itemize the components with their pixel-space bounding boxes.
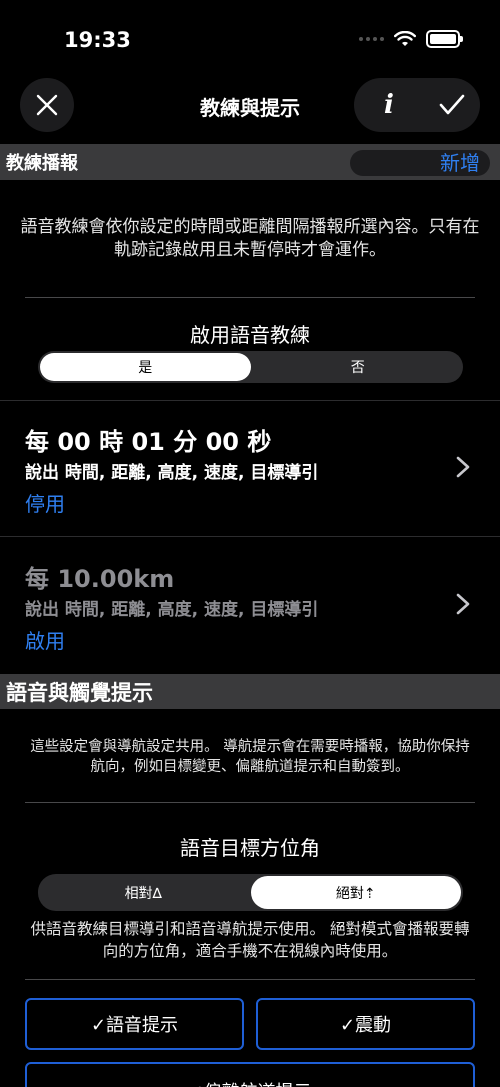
vibration-toggle[interactable]: ✓震動 <box>256 998 475 1050</box>
coach-interval-text: 每 10.00km <box>25 565 175 593</box>
nav-bar: 教練與提示 i <box>0 76 500 134</box>
voice-prompt-toggle[interactable]: ✓語音提示 <box>25 998 244 1050</box>
status-bar: 19:33 <box>0 0 500 80</box>
status-icons <box>359 30 463 48</box>
chevron-right-icon <box>456 456 470 478</box>
bearing-segmented: 相對∆ 絕對⇡ <box>38 874 463 911</box>
wifi-icon <box>394 31 416 46</box>
divider <box>25 802 475 803</box>
coach-speaks-text: 說出 時間, 距離, 高度, 速度, 目標導引 <box>25 600 319 620</box>
enable-no-option[interactable]: 否 <box>253 351 464 383</box>
enable-yes-option[interactable]: 是 <box>40 353 251 381</box>
info-button[interactable]: i <box>369 90 409 120</box>
nav-actions: i <box>354 78 480 132</box>
coach-section-title: 教練播報 <box>6 153 78 174</box>
coach-description: 語音教練會依你設定的時間或距離間隔播報所選內容。只有在軌跡記錄啟用且未暫停時才會… <box>20 217 480 260</box>
bearing-relative-option[interactable]: 相對∆ <box>38 874 249 911</box>
signal-icon <box>359 37 384 41</box>
off-course-alert-toggle[interactable]: ✓偏離航道提示 <box>25 1062 475 1087</box>
coach-speaks-text: 說出 時間, 距離, 高度, 速度, 目標導引 <box>25 463 319 483</box>
coach-interval-text: 每 00 時 01 分 00 秒 <box>25 428 272 456</box>
enable-coach-segmented: 是 否 <box>38 351 463 383</box>
add-button[interactable]: 新增 <box>350 150 490 176</box>
voice-description: 這些設定會與導航設定共用。 導航提示會在需要時播報，協助你保持航向，例如目標變更… <box>30 739 470 775</box>
coach-toggle-link[interactable]: 啟用 <box>25 625 65 654</box>
battery-icon <box>426 30 463 48</box>
voice-section-title: 語音與觸覺提示 <box>6 680 153 705</box>
status-time: 19:33 <box>64 28 131 52</box>
bearing-absolute-option[interactable]: 絕對⇡ <box>250 876 461 909</box>
chevron-right-icon <box>456 593 470 615</box>
coach-toggle-link[interactable]: 停用 <box>25 488 65 517</box>
bearing-label: 語音目標方位角 <box>180 836 320 860</box>
voice-section-header: 語音與觸覺提示 <box>0 674 500 709</box>
coach-section-header: 教練播報 新增 <box>0 144 500 180</box>
confirm-checkmark-icon[interactable] <box>439 94 465 116</box>
bearing-description: 供語音教練目標導引和語音導航提示使用。 絕對模式會播報要轉向的方位角，適合手機不… <box>30 920 470 960</box>
coach-interval-item[interactable]: 每 10.00km 說出 時間, 距離, 高度, 速度, 目標導引 啟用 <box>0 537 500 673</box>
enable-coach-label: 啟用語音教練 <box>190 323 310 347</box>
coach-interval-item[interactable]: 每 00 時 01 分 00 秒 說出 時間, 距離, 高度, 速度, 目標導引… <box>0 400 500 536</box>
divider <box>25 297 475 298</box>
divider <box>25 979 475 980</box>
